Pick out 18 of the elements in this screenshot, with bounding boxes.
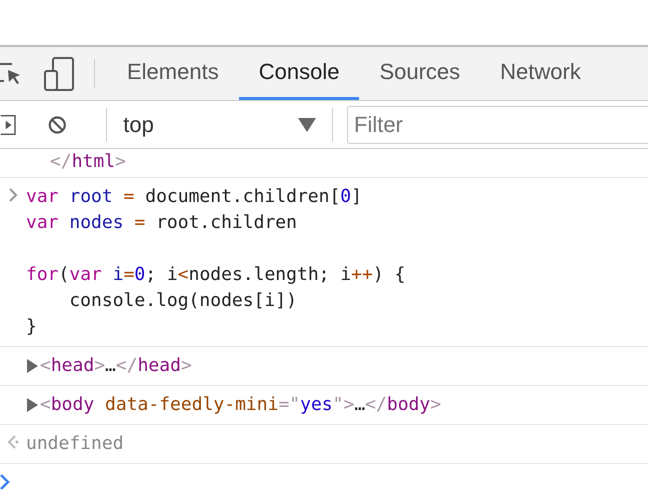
expand-triangle-icon[interactable] xyxy=(26,358,38,373)
code-text: var root = document.children[0] var nodes = root.children for(var i=0; i<nodes.length; i++) { console.log(nodes[i]) } xyxy=(26,184,406,339)
device-icon[interactable] xyxy=(44,56,74,91)
result-text: undefined xyxy=(26,432,124,456)
log-text: </html> xyxy=(49,150,126,174)
panel-tab[interactable]: Console xyxy=(238,47,360,100)
expand-triangle-icon[interactable] xyxy=(26,398,38,412)
return-arrow-icon xyxy=(7,434,19,449)
element-node[interactable]: <body data-feedly-mini="yes">…</body> xyxy=(40,392,442,418)
panel-tab[interactable]: Elements xyxy=(107,47,239,100)
panel-tab[interactable]: Sources xyxy=(359,47,480,100)
inspect-cursor-icon[interactable] xyxy=(0,60,22,87)
element-node[interactable]: <head>…</head> xyxy=(40,352,192,379)
dropdown-triangle-icon xyxy=(298,118,316,132)
prompt-chevron-icon xyxy=(0,474,10,490)
chevron-icon xyxy=(8,188,18,202)
filter-field[interactable]: Filter xyxy=(347,106,648,144)
panel-tab[interactable]: Network xyxy=(480,47,601,100)
